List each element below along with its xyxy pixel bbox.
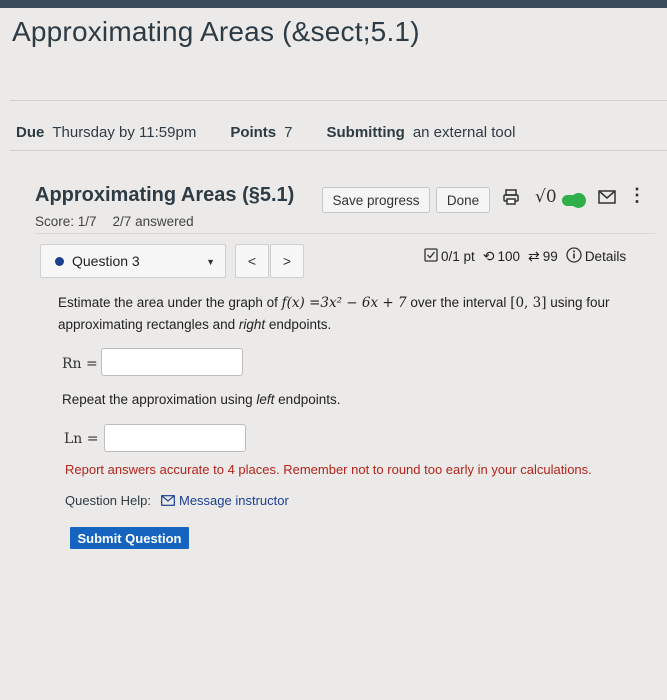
retry-icon: ⇄ bbox=[528, 248, 540, 264]
points-status: 0/1 pt bbox=[441, 249, 475, 264]
checkbox-icon bbox=[424, 248, 438, 265]
divider bbox=[10, 100, 667, 101]
points-label: Points bbox=[230, 124, 277, 141]
rn-answer-input[interactable] bbox=[101, 348, 243, 376]
page-title: Approximating Areas (&sect;5.1) bbox=[12, 16, 420, 47]
due-value: Thursday by 11:59pm bbox=[52, 124, 197, 141]
message-instructor-label: Message instructor bbox=[179, 493, 289, 508]
retries-count: 99 bbox=[542, 249, 558, 264]
next-question-button[interactable]: > bbox=[270, 244, 304, 278]
assignment-meta: Due Thursday by 11:59pm Points 7 Submittin… bbox=[16, 124, 515, 141]
question-help-label: Question Help: bbox=[65, 493, 151, 508]
question-text: Estimate the area under the graph of f(x… bbox=[58, 295, 610, 332]
quiz-title: Approximating Areas (§5.1) bbox=[35, 184, 295, 206]
question-select[interactable]: Question 3 ▼ bbox=[40, 244, 226, 278]
more-options-icon[interactable]: ⋮ bbox=[628, 185, 646, 206]
envelope-icon bbox=[161, 495, 175, 506]
print-icon[interactable] bbox=[502, 188, 520, 211]
top-bar bbox=[0, 0, 667, 8]
repeat-text: Repeat the approximation using left endp… bbox=[62, 392, 341, 407]
message-icon[interactable] bbox=[598, 189, 616, 210]
divider bbox=[35, 233, 655, 234]
details-label: Details bbox=[584, 249, 627, 264]
question-info: 0/1 pt ⟲ 100 ⇄ 99 Details bbox=[424, 247, 626, 266]
answered-text: 2/7 answered bbox=[112, 214, 194, 229]
question-help: Question Help: Message instructor bbox=[65, 493, 289, 508]
score-line: Score: 1/7 2/7 answered bbox=[35, 214, 210, 229]
info-icon bbox=[566, 247, 582, 266]
attempts-count: 100 bbox=[497, 249, 521, 264]
rn-label: Rn = bbox=[62, 356, 98, 372]
score-text: Score: 1/7 bbox=[35, 214, 97, 229]
submitting-label: Submitting bbox=[326, 124, 405, 141]
caret-down-icon: ▼ bbox=[206, 257, 215, 267]
message-instructor-link[interactable]: Message instructor bbox=[161, 493, 289, 508]
question-select-value: Question 3 bbox=[72, 253, 140, 269]
due-label: Due bbox=[16, 124, 45, 141]
interval-expression: [0, 3] bbox=[510, 295, 547, 311]
save-progress-button[interactable]: Save progress bbox=[322, 187, 430, 213]
done-button[interactable]: Done bbox=[436, 187, 490, 213]
details-link[interactable]: Details bbox=[566, 247, 626, 266]
divider bbox=[10, 150, 667, 151]
ln-answer-input[interactable] bbox=[104, 424, 246, 452]
prev-question-button[interactable]: < bbox=[235, 244, 269, 278]
ln-label: Ln = bbox=[64, 431, 99, 447]
math-entry-icon[interactable]: √0 bbox=[535, 187, 557, 207]
submitting-value: an external tool bbox=[412, 124, 516, 141]
accuracy-warning: Report answers accurate to 4 places. Rem… bbox=[65, 462, 592, 477]
function-expression: f(x) =3x² − 6x + 7 bbox=[281, 295, 407, 311]
points-value: 7 bbox=[284, 124, 293, 141]
math-toggle[interactable] bbox=[562, 193, 586, 208]
undo-icon: ⟲ bbox=[482, 248, 495, 264]
submit-question-button[interactable]: Submit Question bbox=[70, 527, 189, 549]
status-dot-icon bbox=[55, 256, 64, 266]
